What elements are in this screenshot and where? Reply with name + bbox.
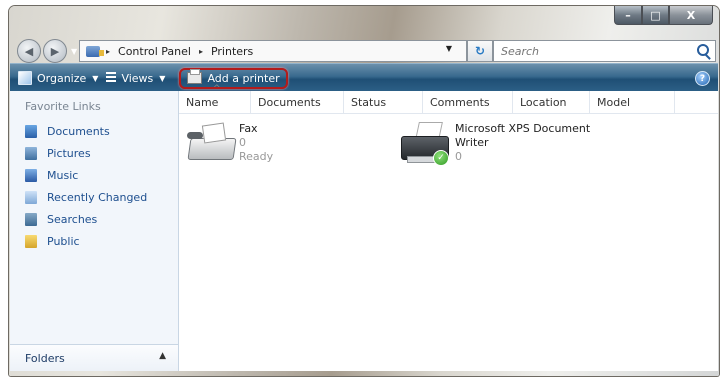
search-input[interactable] bbox=[499, 43, 693, 59]
sidebar-item-recently-changed[interactable]: Recently Changed bbox=[10, 186, 178, 208]
printer-item-xps-writer[interactable]: ✓ Microsoft XPS Document Writer 0 bbox=[401, 122, 590, 166]
maximize-button[interactable]: □ bbox=[642, 6, 669, 25]
control-panel-icon bbox=[86, 45, 104, 57]
column-header-documents[interactable]: Documents bbox=[251, 91, 344, 113]
column-header-location[interactable]: Location bbox=[513, 91, 590, 113]
add-printer-label: Add a printer bbox=[207, 71, 280, 85]
documents-icon bbox=[25, 124, 37, 138]
sidebar-item-label: Searches bbox=[47, 212, 98, 226]
chevron-down-icon: ▼ bbox=[159, 73, 166, 83]
chevron-up-icon: ▲ bbox=[159, 351, 166, 361]
recent-pages-dropdown-icon[interactable]: ▼ bbox=[71, 47, 77, 56]
refresh-button[interactable]: ↻ bbox=[467, 40, 493, 62]
favorite-links-header: Favorite Links bbox=[25, 100, 101, 113]
refresh-icon: ↻ bbox=[474, 44, 486, 58]
organize-label: Organize bbox=[37, 71, 87, 85]
column-header-name[interactable]: Name bbox=[179, 84, 251, 113]
chevron-down-icon: ▼ bbox=[92, 73, 99, 83]
fax-icon bbox=[185, 122, 237, 164]
file-list: Name Documents Status Comments Location … bbox=[179, 84, 718, 371]
window-controls: – □ X bbox=[614, 6, 713, 25]
breadcrumb-control-panel[interactable]: Control Panel bbox=[118, 45, 191, 58]
organize-icon bbox=[18, 71, 32, 85]
printer-item-details: Fax 0 Ready bbox=[239, 122, 273, 164]
sidebar-item-label: Documents bbox=[47, 124, 110, 138]
navigation-pane: Favorite Links Documents Pictures Music … bbox=[10, 91, 179, 371]
pictures-icon bbox=[25, 146, 37, 160]
column-headers: Name Documents Status Comments Location … bbox=[179, 84, 718, 114]
printer-document-count: 0 bbox=[455, 150, 462, 163]
organize-button[interactable]: Organize ▼ bbox=[18, 71, 98, 85]
search-box bbox=[493, 40, 716, 62]
minimize-button[interactable]: – bbox=[614, 6, 642, 25]
printer-name: Fax bbox=[239, 122, 258, 135]
views-label: Views bbox=[121, 71, 154, 85]
recently-changed-icon bbox=[25, 190, 37, 204]
breadcrumb-printers[interactable]: Printers bbox=[211, 45, 253, 58]
sidebar-item-music[interactable]: Music bbox=[10, 164, 178, 186]
music-icon bbox=[25, 168, 37, 182]
printer-icon bbox=[187, 69, 203, 84]
address-dropdown-icon[interactable]: ▼ bbox=[446, 44, 452, 53]
column-header-comments[interactable]: Comments bbox=[423, 91, 513, 113]
folders-label: Folders bbox=[25, 351, 65, 365]
column-header-status[interactable]: Status bbox=[344, 91, 423, 113]
public-folder-icon bbox=[25, 234, 37, 248]
address-bar[interactable]: ▸ Control Panel ▸ Printers ▼ bbox=[79, 40, 467, 62]
sidebar-item-public[interactable]: Public bbox=[10, 230, 178, 252]
column-header-model[interactable]: Model bbox=[590, 91, 675, 113]
sidebar-item-label: Recently Changed bbox=[47, 190, 148, 204]
sidebar-item-pictures[interactable]: Pictures bbox=[10, 142, 178, 164]
printer-item-details: Microsoft XPS Document Writer 0 bbox=[455, 122, 590, 164]
views-icon bbox=[106, 72, 117, 84]
printer-name-line1: Microsoft XPS Document bbox=[455, 122, 591, 135]
add-printer-button[interactable]: Add a printer bbox=[179, 67, 288, 89]
breadcrumb-separator-icon[interactable]: ▸ bbox=[199, 47, 203, 56]
content-area: Favorite Links Documents Pictures Music … bbox=[10, 84, 718, 371]
breadcrumb-separator-icon[interactable]: ▸ bbox=[106, 47, 110, 56]
back-button[interactable]: ◀ bbox=[17, 39, 41, 63]
printer-name-line2: Writer bbox=[455, 136, 489, 149]
printer-document-count: 0 bbox=[239, 136, 246, 149]
sidebar-item-searches[interactable]: Searches bbox=[10, 208, 178, 230]
forward-button[interactable]: ▶ bbox=[43, 39, 67, 63]
sidebar-item-documents[interactable]: Documents bbox=[10, 120, 178, 142]
sidebar-item-label: Music bbox=[47, 168, 79, 182]
printer-item-fax[interactable]: Fax 0 Ready bbox=[185, 122, 273, 164]
help-icon[interactable]: ? bbox=[695, 71, 710, 86]
searches-icon bbox=[25, 212, 37, 226]
navigation-buttons: ◀ ▶ ▼ bbox=[17, 39, 81, 63]
command-bar: Organize ▼ Views ▼ Add a printer ? bbox=[10, 63, 718, 92]
sidebar-item-label: Pictures bbox=[47, 146, 91, 160]
default-printer-check-icon: ✓ bbox=[433, 150, 449, 166]
close-button[interactable]: X bbox=[669, 6, 713, 25]
sidebar-item-label: Public bbox=[47, 234, 80, 248]
views-button[interactable]: Views ▼ bbox=[106, 72, 165, 85]
favorite-links-list: Documents Pictures Music Recently Change… bbox=[10, 120, 178, 252]
printer-status: Ready bbox=[239, 150, 274, 163]
xps-printer-icon: ✓ bbox=[401, 122, 453, 166]
folders-toggle[interactable]: Folders ▲ bbox=[10, 344, 178, 371]
search-icon[interactable] bbox=[697, 44, 709, 56]
